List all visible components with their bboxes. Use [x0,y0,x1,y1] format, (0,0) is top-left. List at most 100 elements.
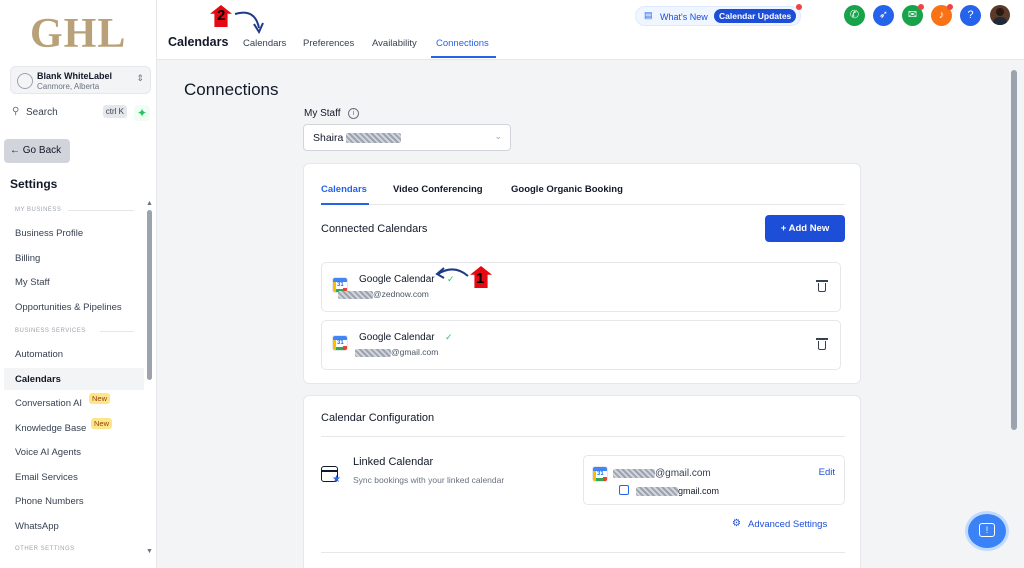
new-badge: New [91,418,113,429]
scroll-down-icon[interactable]: ▼ [146,548,153,555]
whats-new-label: What's New [660,12,708,22]
help-icon[interactable]: ? [960,5,981,26]
sidebar-scrollbar[interactable] [147,210,152,380]
page-title: Connections [184,80,279,99]
settings-title: Settings [10,177,58,191]
top-bar: Calendars Calendars Preferences Availabi… [157,0,1024,60]
tab-calendars[interactable]: Calendars [243,38,286,49]
bell-icon[interactable]: ♪ [931,4,953,26]
phone-icon[interactable]: ✆ [844,5,865,26]
tab-availability[interactable]: Availability [372,38,417,49]
linked-calendar-title: Linked Calendar [353,456,434,468]
brand-logo[interactable]: GHL [30,10,126,58]
sidebar-item-phone-numbers[interactable]: Phone Numbers [15,496,84,507]
search-icon: ⚲ [12,106,20,117]
main-scrollbar[interactable] [1011,70,1017,430]
linked-calendar-subtitle: Sync bookings with your linked calendar [353,475,505,485]
sidebar-item-automation[interactable]: Automation [15,349,63,360]
annotation-curve-arrow-2 [234,11,264,35]
search-label: Search [26,107,58,118]
google-calendar-icon: 31 [592,466,608,482]
sidebar-item-whatsapp[interactable]: WhatsApp [15,521,59,532]
calendar-updates-pill: Calendar Updates [714,9,797,23]
conflict-calendar-email: gmail.com [636,486,719,497]
linked-calendar-email: @gmail.com [613,468,711,479]
sidebar-item-voice-ai[interactable]: Voice AI Agents [15,447,81,458]
location-sub: Canmore, Alberta [37,82,100,91]
avatar-body [993,17,1007,25]
card-tabs-border [321,204,845,205]
section-my-business: MY BUSINESS [15,207,62,213]
chat-widget-button[interactable]: ! [968,514,1006,548]
section-business-services: BUSINESS SERVICES [15,328,86,334]
tab-connections[interactable]: Connections [436,38,489,49]
notification-dot [796,4,802,10]
notification-dot [947,4,953,10]
divider [68,210,134,211]
chevron-updown-icon: ⇕ [136,73,144,83]
sidebar-item-knowledge-base[interactable]: Knowledge Base [15,423,86,434]
calendar-icon [619,485,629,495]
trash-icon[interactable] [816,337,828,351]
avatar-head [996,8,1004,16]
calendar-email: @zednow.com [338,289,429,299]
active-tab-indicator [431,56,496,58]
annotation-number-1: 1 [476,270,485,287]
go-back-button[interactable]: ← Go Back [4,139,70,163]
news-icon: ▤ [644,10,653,20]
ai-sparkle-icon[interactable]: ✦ [134,105,150,121]
divider [100,331,134,332]
location-name: Blank WhiteLabel [37,71,113,81]
annotation-curve-arrow-1 [435,267,469,279]
calendar-name: Google Calendar [359,332,435,343]
sidebar-item-billing[interactable]: Billing [15,253,40,264]
sidebar-item-business-profile[interactable]: Business Profile [15,228,83,239]
search-bar[interactable]: ⚲ Search ctrl K [10,104,127,122]
calendar-configuration-title: Calendar Configuration [321,412,435,424]
location-switcher[interactable]: Blank WhiteLabel Canmore, Alberta ⇕ [10,66,151,94]
rocket-icon[interactable]: ➶ [873,5,894,26]
sidebar-item-email-services[interactable]: Email Services [15,472,78,483]
divider [321,436,845,437]
linked-calendar-icon: ★ [320,463,342,485]
chevron-down-icon: ⌄ [494,131,502,141]
whats-new-button[interactable]: ▤ What's New Calendar Updates [635,4,802,26]
calendar-row: 31 Google Calendar ✓ @zednow.com [321,262,841,312]
active-subtab-indicator [321,203,369,205]
add-new-button[interactable]: + Add New [765,215,845,242]
calendar-row: 31 Google Calendar ✓ @gmail.com [321,320,841,370]
staff-select[interactable]: Shaira ⌄ [303,124,511,151]
page-section-title: Calendars [168,35,229,49]
trash-icon[interactable] [816,279,828,293]
chat-icon: ! [979,523,995,537]
location-avatar-icon [17,73,33,89]
calendar-name: Google Calendar [359,274,435,285]
notification-dot [918,4,924,10]
check-icon: ✓ [445,332,453,342]
tab-google-organic-booking[interactable]: Google Organic Booking [511,184,623,195]
tab-video-conferencing[interactable]: Video Conferencing [393,184,483,195]
linked-calendar-box: 31 @gmail.com gmail.com Edit [583,455,845,505]
scroll-up-icon[interactable]: ▲ [146,200,153,207]
new-badge: New [89,393,111,404]
advanced-settings-link[interactable]: Advanced Settings [748,519,827,530]
sidebar-item-calendars[interactable]: Calendars [15,374,61,385]
annotation-number-2: 2 [217,7,226,24]
megaphone-icon[interactable]: ✉ [902,4,924,26]
sidebar-item-conversation-ai[interactable]: Conversation AI [15,398,82,409]
calendar-email: @gmail.com [355,347,438,357]
staff-value: Shaira [313,132,402,144]
tab-preferences[interactable]: Preferences [303,38,354,49]
connected-calendars-title: Connected Calendars [321,223,428,235]
edit-link[interactable]: Edit [819,467,835,478]
google-calendar-icon: 31 [332,335,348,351]
gear-icon: ⚙ [732,518,741,529]
sidebar-item-opportunities[interactable]: Opportunities & Pipelines [15,302,122,313]
tab-calendars-sub[interactable]: Calendars [321,184,367,195]
sidebar-item-my-staff[interactable]: My Staff [15,277,50,288]
divider [321,552,845,553]
section-other-settings: OTHER SETTINGS [15,546,75,552]
user-avatar[interactable] [990,5,1010,25]
info-icon[interactable]: i [348,108,359,119]
search-shortcut: ctrl K [102,105,127,118]
